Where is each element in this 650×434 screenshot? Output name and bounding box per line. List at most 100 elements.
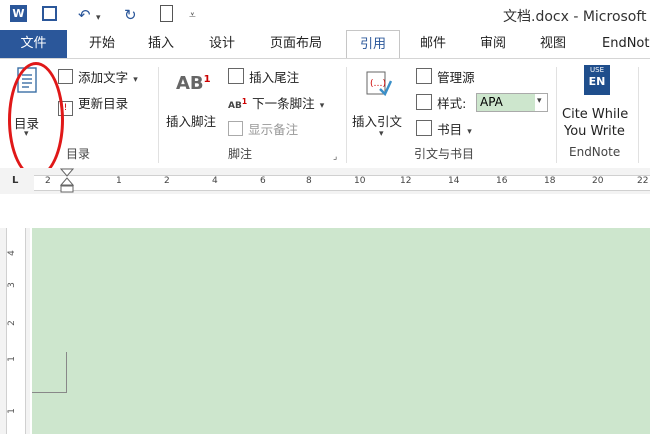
next-footnote-dropdown-icon: ▾ [319,101,325,111]
group-label-toc: 目录 [66,147,91,161]
ruler-number: 14 [448,176,460,186]
bibliography-icon [416,120,432,136]
insert-citation-label: 插入引文 [352,114,403,129]
ruler-number: 2 [6,320,17,326]
manage-sources-button[interactable]: 管理源 [416,67,475,86]
cite-while-you-write-button[interactable]: USE EN Cite While You Write [562,65,634,145]
word-app-icon[interactable]: W [10,5,27,22]
tab-stop-selector[interactable]: L [12,175,18,186]
insert-citation-icon: (…) [366,71,392,97]
add-text-dropdown-icon: ▾ [133,75,138,85]
next-footnote-label: 下一条脚注 [252,96,315,111]
bibliography-button[interactable]: 书目 ▾ [416,119,472,138]
update-toc-label: 更新目录 [78,96,129,111]
tab-mailings[interactable]: 邮件 [420,30,446,58]
ruler-bar [34,175,650,191]
tab-endnote[interactable]: EndNot [602,30,649,58]
endnote-icon [228,68,244,84]
next-footnote-button[interactable]: AB1 下一条脚注 ▾ [228,93,324,112]
manage-sources-label: 管理源 [437,70,475,85]
add-text-button[interactable]: 添加文字 ▾ [58,67,138,86]
tab-file[interactable]: 文件 [0,30,67,58]
ruler-number: 1 [6,408,17,414]
endnote-logo-icon: USE EN [584,65,610,95]
ruler-number: 4 [6,250,17,256]
margin-corner-mark [66,352,67,392]
ruler-number: 6 [260,176,266,186]
style-select-chevron-icon[interactable]: ▾ [537,96,542,106]
update-toc-button[interactable]: ! 更新目录 [58,93,128,116]
tab-home[interactable]: 开始 [89,30,115,58]
bibliography-dropdown-icon: ▾ [467,127,472,137]
insert-footnote-button[interactable]: AB1 插入脚注 [166,67,222,139]
add-text-label: 添加文字 [78,70,129,85]
group-separator [346,67,347,163]
ruler-number: 2 [45,176,51,186]
page-icon[interactable] [160,5,173,22]
tab-review[interactable]: 审阅 [480,30,506,58]
group-label-citations: 引文与书目 [414,147,475,161]
svg-text:(…): (…) [370,79,386,89]
ruler-number: 16 [496,176,508,186]
show-notes-button[interactable]: 显示备注 [228,119,298,138]
group-separator [556,67,557,163]
insert-endnote-button[interactable]: 插入尾注 [228,67,299,86]
document-page[interactable] [32,228,650,434]
workspace-gap [0,194,650,228]
ribbon-tabs: 文件 开始 插入 设计 页面布局 引用 邮件 审阅 视图 EndNot [0,30,650,58]
tab-layout[interactable]: 页面布局 [270,30,322,58]
indent-marker-icon[interactable] [60,168,74,194]
group-label-footnotes: 脚注 [228,147,253,161]
undo-icon[interactable]: ↶ [78,5,91,25]
title-bar: W ↶ ▾ ↻ ⩡ 文档.docx - Microsoft [0,0,650,30]
customize-qat-icon[interactable]: ⩡ [189,5,196,25]
footnote-dialog-launcher-icon[interactable]: ⌟ [333,152,337,162]
ruler-number: 8 [306,176,312,186]
ruler-number: 10 [354,176,366,186]
tab-references[interactable]: 引用 [346,30,400,58]
ruler-number: 22 [637,176,649,186]
ruler-number: 18 [544,176,556,186]
add-text-icon [58,69,73,84]
insert-footnote-label: 插入脚注 [166,114,217,129]
group-separator [158,67,159,163]
tab-insert[interactable]: 插入 [148,30,174,58]
vertical-ruler[interactable]: 4 3 2 1 1 [0,228,30,434]
save-icon[interactable] [42,6,57,21]
undo-dropdown-icon[interactable]: ▾ [96,8,101,28]
ruler-number: 2 [164,176,170,186]
bibliography-label: 书目 [437,122,463,137]
tab-view[interactable]: 视图 [540,30,566,58]
you-write-label: You Write [564,124,625,139]
vertical-ruler-bar [6,228,26,434]
ruler-number: 20 [592,176,604,186]
show-notes-label: 显示备注 [248,122,299,137]
style-select[interactable]: APA ▾ [476,93,548,112]
style-icon [416,94,432,110]
ruler-number: 12 [400,176,412,186]
footnote-icon: AB1 [176,73,211,94]
margin-corner-mark [32,392,67,393]
insert-citation-dropdown-icon: ▾ [379,129,384,139]
cite-while-label: Cite While [562,107,629,122]
group-separator [638,67,639,163]
style-select-value: APA [477,94,535,111]
horizontal-ruler[interactable]: L 2 1 2 4 6 8 10 12 14 16 18 20 22 [0,168,650,194]
annotation-circle [8,62,64,178]
ruler-number: 4 [212,176,218,186]
tab-design[interactable]: 设计 [209,30,235,58]
show-notes-icon [228,121,243,136]
ruler-number: 1 [6,356,17,362]
ribbon: 目录 ▾ 添加文字 ▾ ! 更新目录 目录 AB1 插入脚注 插入尾注 AB1 … [0,58,650,169]
group-label-endnote: EndNote [569,145,621,159]
next-footnote-icon: AB1 [228,97,248,111]
insert-citation-button[interactable]: (…) 插入引文 ▾ [352,67,408,147]
ruler-number: 3 [6,282,17,288]
style-control: 样式: [416,93,466,112]
insert-endnote-label: 插入尾注 [249,70,300,85]
document-title: 文档.docx - Microsoft [503,9,647,25]
style-label: 样式: [437,96,467,111]
ruler-number: 1 [116,176,122,186]
manage-sources-icon [416,68,432,84]
redo-icon[interactable]: ↻ [124,5,137,25]
